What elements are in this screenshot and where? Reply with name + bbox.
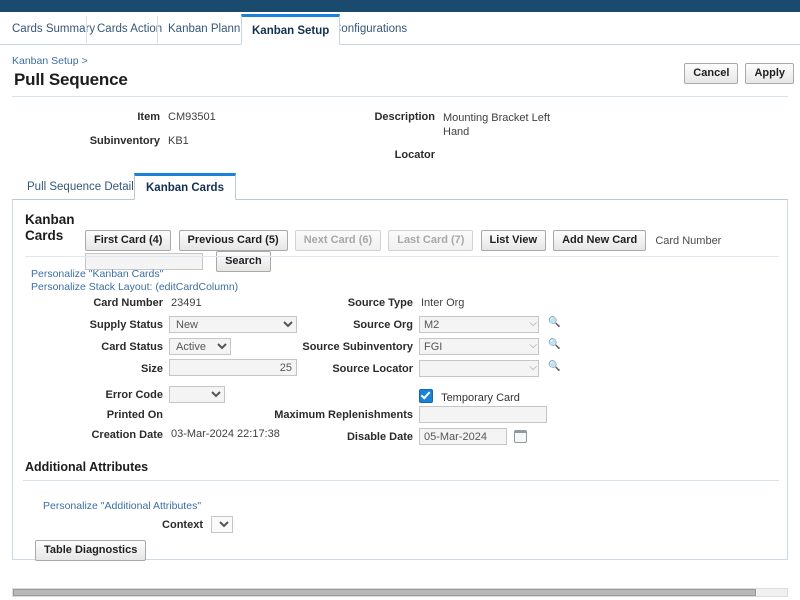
source-locator-input[interactable] <box>419 360 539 377</box>
subtab-pull-sequence-details[interactable]: Pull Sequence Details <box>16 175 151 199</box>
additional-attributes-divider <box>23 480 779 481</box>
context-select-wrap <box>211 516 233 533</box>
card-number-value: 23491 <box>171 297 202 309</box>
context-select[interactable] <box>211 516 233 533</box>
source-subinventory-label: Source Subinventory <box>302 341 413 353</box>
source-type-label: Source Type <box>347 297 413 309</box>
size-label: Size <box>140 363 163 375</box>
table-diagnostics-button[interactable]: Table Diagnostics <box>35 540 147 561</box>
subinventory-label: Subinventory <box>89 135 160 147</box>
card-status-label: Card Status <box>101 341 163 353</box>
card-status-select[interactable]: Active <box>169 338 231 355</box>
previous-card-button[interactable]: Previous Card (5) <box>178 230 288 251</box>
subtab-label: Kanban Cards <box>146 182 224 194</box>
header-action-buttons: Cancel Apply <box>684 63 794 84</box>
card-number-search-label: Card Number <box>655 234 722 247</box>
lov-search-icon[interactable]: 🔍 <box>548 360 560 374</box>
breadcrumb: Kanban Setup > <box>0 45 800 67</box>
kanban-cards-section-title: Kanban Cards <box>25 212 75 243</box>
page-title: Pull Sequence <box>14 70 128 89</box>
lov-dropdown-icon[interactable]: ⌵ <box>529 339 537 353</box>
additional-attributes-title: Additional Attributes <box>25 460 149 474</box>
kanban-cards-toolbar: First Card (4) Previous Card (5) Next Ca… <box>85 230 781 272</box>
description-label: Description <box>374 111 435 123</box>
item-value: CM93501 <box>168 111 216 123</box>
cancel-button[interactable]: Cancel <box>684 63 739 84</box>
apply-button[interactable]: Apply <box>745 63 794 84</box>
description-value: Mounting Bracket Left Hand <box>443 112 551 138</box>
add-new-card-button[interactable]: Add New Card <box>553 230 647 251</box>
search-button[interactable]: Search <box>216 251 271 272</box>
header-divider <box>12 96 788 97</box>
card-number-label: Card Number <box>93 297 163 309</box>
subtab-kanban-cards[interactable]: Kanban Cards <box>134 173 236 200</box>
size-input[interactable] <box>169 359 297 376</box>
temporary-card-checkbox[interactable] <box>419 389 433 403</box>
source-org-input[interactable] <box>419 316 539 333</box>
tab-label: Configurations <box>333 23 408 35</box>
source-locator-lov-icons: ⌵ <box>526 361 537 375</box>
lov-search-icon[interactable]: 🔍 <box>548 316 560 330</box>
horizontal-scrollbar[interactable] <box>12 588 788 597</box>
next-card-button: Next Card (6) <box>294 230 382 251</box>
printed-on-label: Printed On <box>106 409 163 421</box>
kanban-cards-panel: Kanban Cards First Card (4) Previous Car… <box>12 200 788 561</box>
lov-dropdown-icon[interactable]: ⌵ <box>529 361 537 375</box>
disable-date-field <box>419 428 528 445</box>
calendar-icon[interactable] <box>514 429 528 443</box>
scrollbar-thumb[interactable] <box>13 589 757 596</box>
error-code-select-wrap <box>169 386 225 403</box>
supply-status-label: Supply Status <box>89 319 163 331</box>
creation-date-label: Creation Date <box>91 429 163 441</box>
locator-label: Locator <box>394 149 435 161</box>
personalize-stack-layout-link[interactable]: Personalize Stack Layout: (editCardColum… <box>31 281 238 293</box>
toolbar-divider <box>25 256 779 257</box>
breadcrumb-link-kanban-setup[interactable]: Kanban Setup <box>12 55 79 67</box>
card-status-select-wrap: Active <box>169 338 231 355</box>
tab-label: Cards Action <box>97 23 163 35</box>
supply-status-select-wrap: New <box>169 316 297 333</box>
page-header: Kanban Setup > Pull Sequence Cancel Appl… <box>0 45 800 97</box>
source-subinventory-lov: ⌵ 🔍 <box>419 338 560 355</box>
lov-dropdown-icon[interactable]: ⌵ <box>529 317 537 331</box>
source-locator-label: Source Locator <box>332 363 413 375</box>
item-label: Item <box>137 111 160 123</box>
sub-tab-bar: Pull Sequence Details Kanban Cards <box>12 173 788 200</box>
supply-status-select[interactable]: New <box>169 316 297 333</box>
source-subinventory-input[interactable] <box>419 338 539 355</box>
tab-label: Cards Summary <box>12 23 96 35</box>
list-view-button[interactable]: List View <box>480 230 547 251</box>
source-locator-lov: ⌵ 🔍 <box>419 360 560 377</box>
source-org-label: Source Org <box>353 319 413 331</box>
last-card-button: Last Card (7) <box>388 230 474 251</box>
personalize-additional-attributes-link[interactable]: Personalize "Additional Attributes" <box>43 500 201 512</box>
tab-label: Kanban Setup <box>252 25 330 37</box>
source-type-value: Inter Org <box>421 297 465 309</box>
app-top-bar <box>0 0 800 12</box>
source-subinventory-lov-icons: ⌵ <box>526 339 537 353</box>
tab-kanban-setup[interactable]: Kanban Setup <box>241 14 341 45</box>
lov-search-icon[interactable]: 🔍 <box>548 338 560 352</box>
temporary-card-label: Temporary Card <box>441 392 520 404</box>
source-org-lov: ⌵ 🔍 <box>419 316 560 333</box>
subinventory-value: KB1 <box>168 135 189 147</box>
item-header-block: Item CM93501 Subinventory KB1 Descriptio… <box>0 105 800 167</box>
context-label: Context <box>162 519 203 531</box>
global-tab-bar: Cards Summary Cards Action Kanban Planni… <box>0 12 800 45</box>
temporary-card-row: Temporary Card <box>419 389 520 404</box>
subtab-label: Pull Sequence Details <box>27 181 140 193</box>
maximum-replenishments-input[interactable] <box>419 406 547 423</box>
creation-date-value: 03-Mar-2024 22:17:38 <box>171 428 280 440</box>
maximum-replenishments-label: Maximum Replenishments <box>274 409 413 421</box>
error-code-select[interactable] <box>169 386 225 403</box>
error-code-label: Error Code <box>105 389 163 401</box>
disable-date-label: Disable Date <box>346 431 413 443</box>
disable-date-input[interactable] <box>419 428 507 445</box>
first-card-button[interactable]: First Card (4) <box>85 230 172 251</box>
breadcrumb-separator: > <box>81 55 88 67</box>
source-org-lov-icons: ⌵ <box>526 317 537 331</box>
personalize-kanban-cards-link[interactable]: Personalize "Kanban Cards" <box>31 268 163 280</box>
